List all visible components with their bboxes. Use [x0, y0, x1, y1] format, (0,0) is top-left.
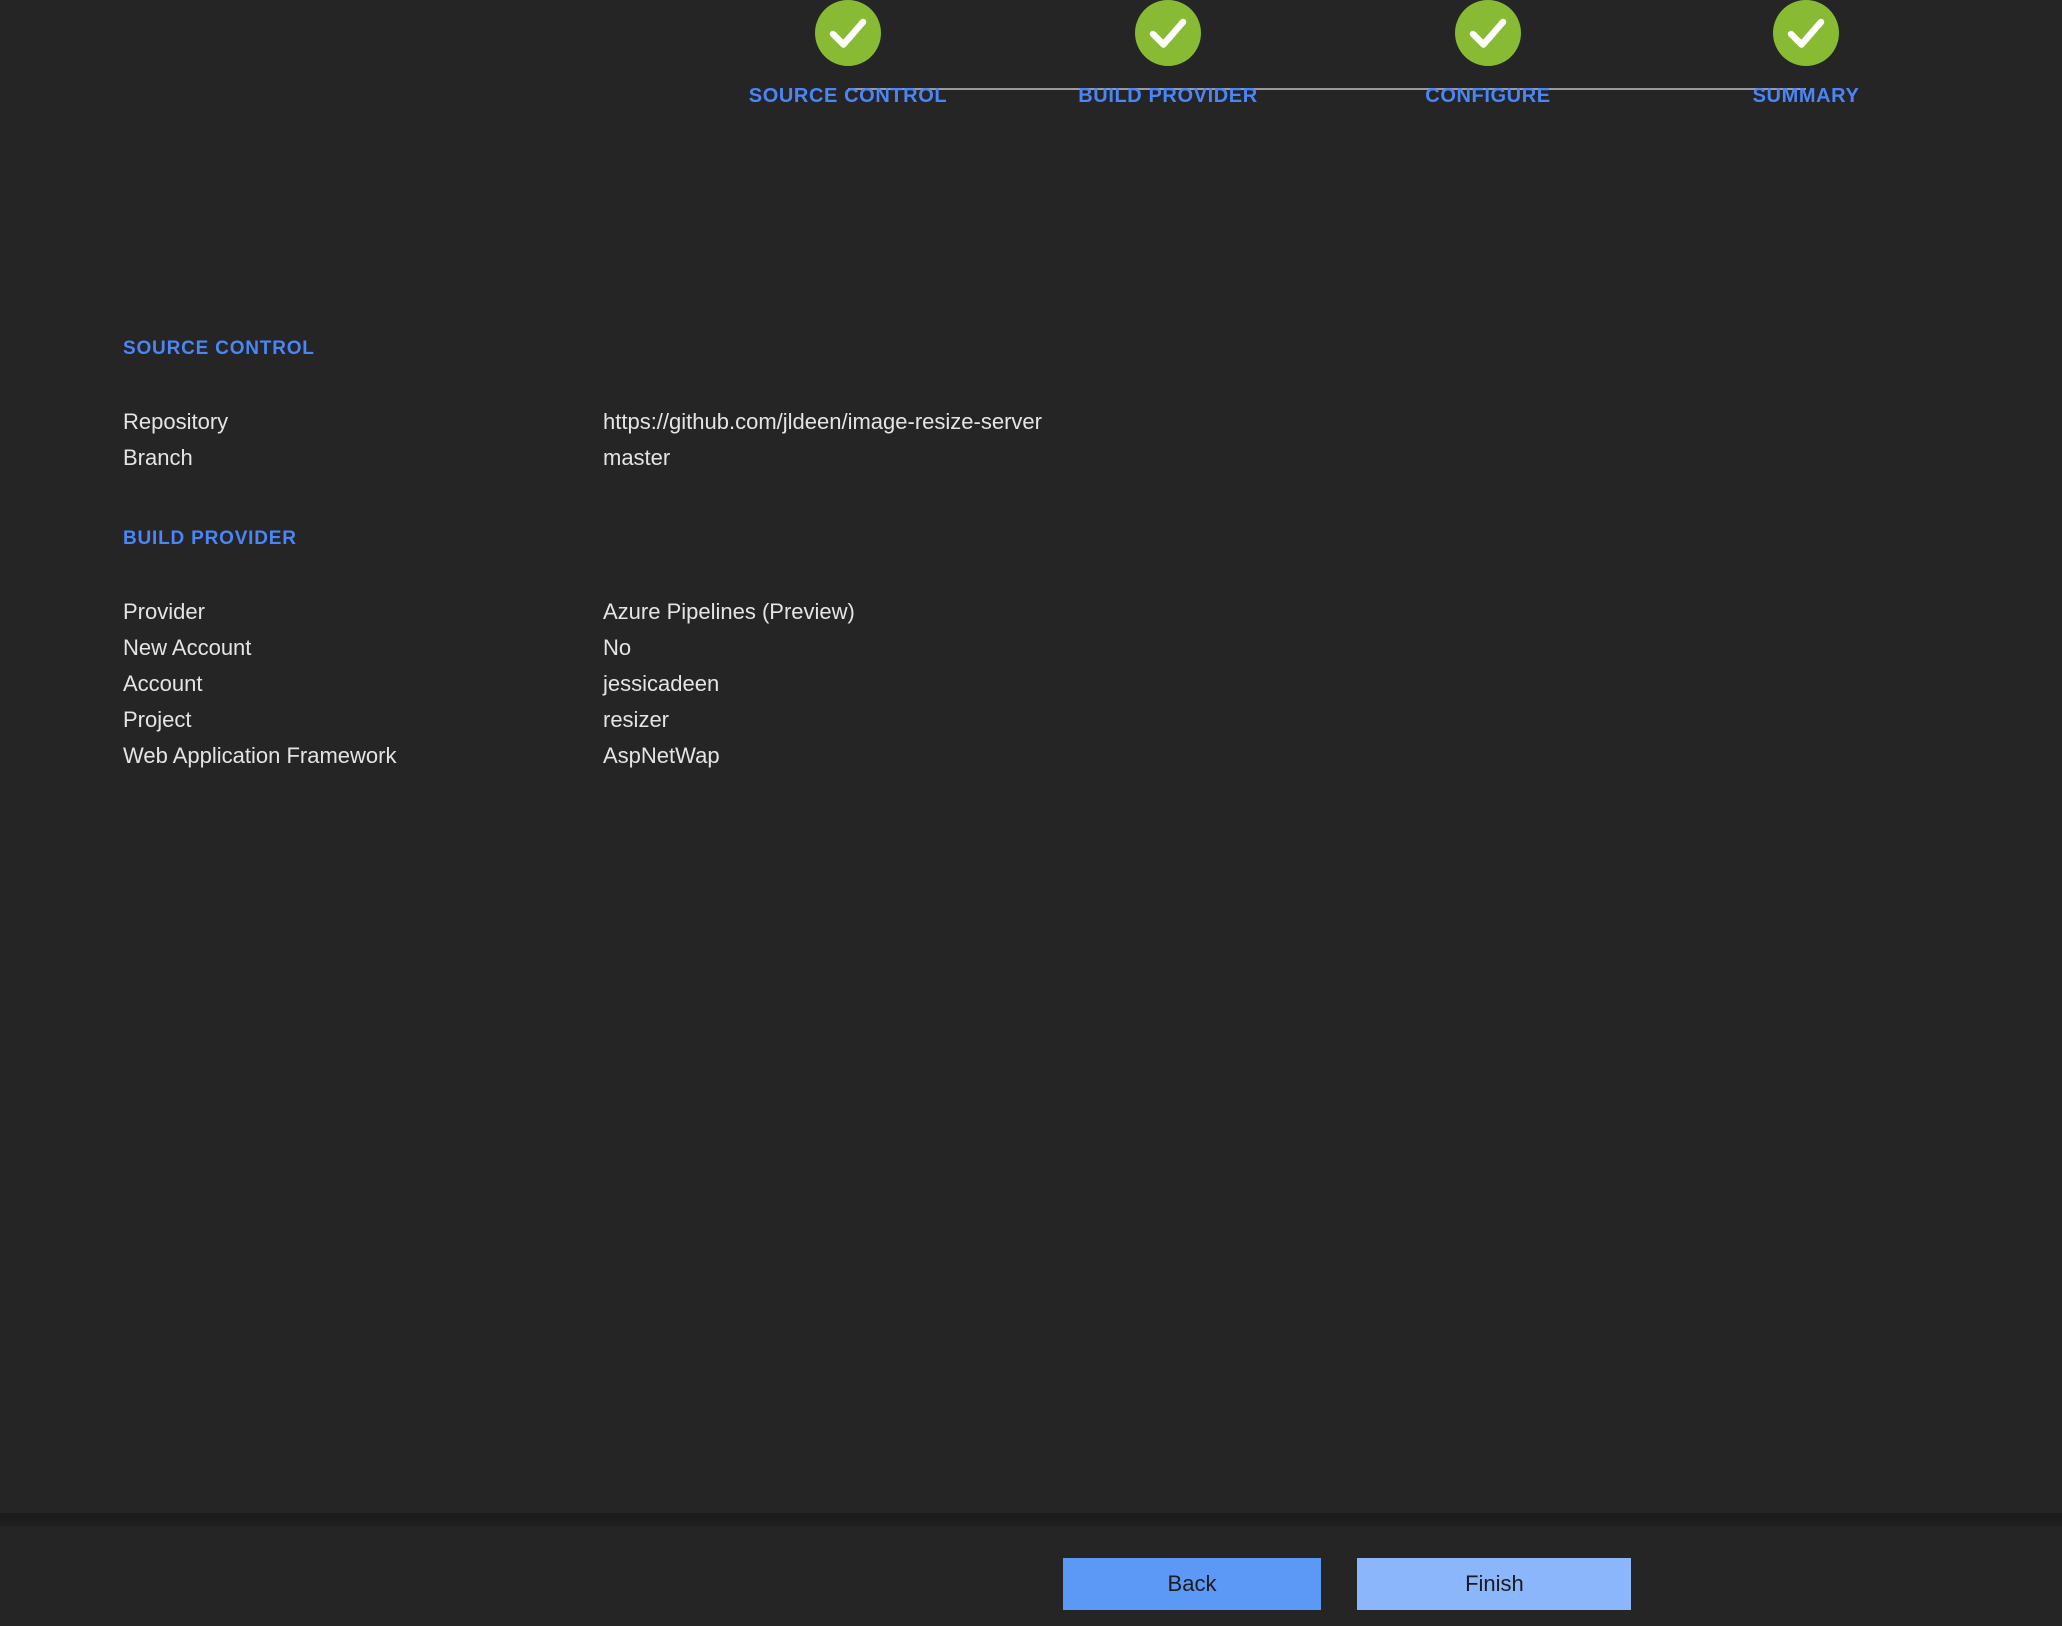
summary-row-value: Azure Pipelines (Preview) — [603, 599, 855, 624]
footer-button-group: Back Finish — [1063, 1558, 1632, 1610]
finish-button[interactable]: Finish — [1357, 1558, 1632, 1610]
section-title: BUILD PROVIDER — [123, 528, 297, 549]
step-status-circle — [815, 0, 881, 66]
summary-row-label: Account — [123, 671, 203, 696]
stepper-step-3[interactable]: CONFIGURE — [1328, 0, 1648, 108]
stepper-step-label: CONFIGURE — [1425, 85, 1551, 107]
summary-row-value: AspNetWap — [603, 743, 720, 768]
table-row: Provider Azure Pipelines (Preview) — [123, 594, 1523, 630]
check-icon — [829, 18, 867, 48]
table-row: Web Application Framework AspNetWap — [123, 738, 1523, 774]
summary-section: SOURCE CONTROL Repository https://github.c… — [123, 338, 1923, 476]
check-icon — [1469, 18, 1507, 48]
summary-table: Provider Azure Pipelines (Preview) New Acc… — [123, 594, 1523, 774]
summary-row-label: Provider — [123, 599, 205, 624]
table-row: Repository https://github.com/jldeen/imag… — [123, 404, 1523, 440]
stepper-step-1[interactable]: SOURCE CONTROL — [688, 0, 1008, 108]
step-status-circle — [1455, 0, 1521, 66]
check-icon — [1149, 18, 1187, 48]
section-title: SOURCE CONTROL — [123, 338, 315, 359]
summary-row-label: New Account — [123, 635, 252, 660]
stepper-step-label: BUILD PROVIDER — [1078, 85, 1258, 107]
step-status-circle — [1773, 0, 1839, 66]
table-row: New Account No — [123, 630, 1523, 666]
summary-table: Repository https://github.com/jldeen/imag… — [123, 404, 1523, 476]
stepper-step-label: SOURCE CONTROL — [748, 85, 948, 107]
table-row: Project resizer — [123, 702, 1523, 738]
check-icon — [1787, 18, 1825, 48]
summary-row-value: master — [603, 445, 671, 470]
summary-row-value: No — [603, 635, 632, 660]
summary-section: BUILD PROVIDER Provider Azure Pipelines (P… — [123, 528, 1923, 774]
table-row: Branch master — [123, 440, 1523, 476]
summary-content: SOURCE CONTROL Repository https://github.c… — [123, 338, 1923, 826]
wizard-footer: Back Finish — [0, 1513, 2062, 1626]
stepper-step-4[interactable]: SUMMARY — [1646, 0, 1966, 108]
step-status-circle — [1135, 0, 1201, 66]
stepper-step-2[interactable]: BUILD PROVIDER — [1008, 0, 1328, 108]
summary-row-label: Repository — [123, 409, 229, 434]
summary-row-label: Branch — [123, 445, 193, 470]
summary-row-value: https://github.com/jldeen/image-resize-s… — [603, 409, 1042, 434]
wizard-stepper: SOURCE CONTROL BUILD PROVIDER CONFIGURE SUM… — [0, 0, 2062, 200]
table-row: Account jessicadeen — [123, 666, 1523, 702]
back-button[interactable]: Back — [1063, 1558, 1321, 1610]
summary-row-value: resizer — [603, 707, 670, 732]
stepper-step-label: SUMMARY — [1752, 85, 1860, 107]
footer-divider — [0, 1513, 2062, 1527]
summary-row-label: Project — [123, 707, 192, 732]
summary-row-value: jessicadeen — [603, 671, 720, 696]
summary-row-label: Web Application Framework — [123, 743, 397, 768]
